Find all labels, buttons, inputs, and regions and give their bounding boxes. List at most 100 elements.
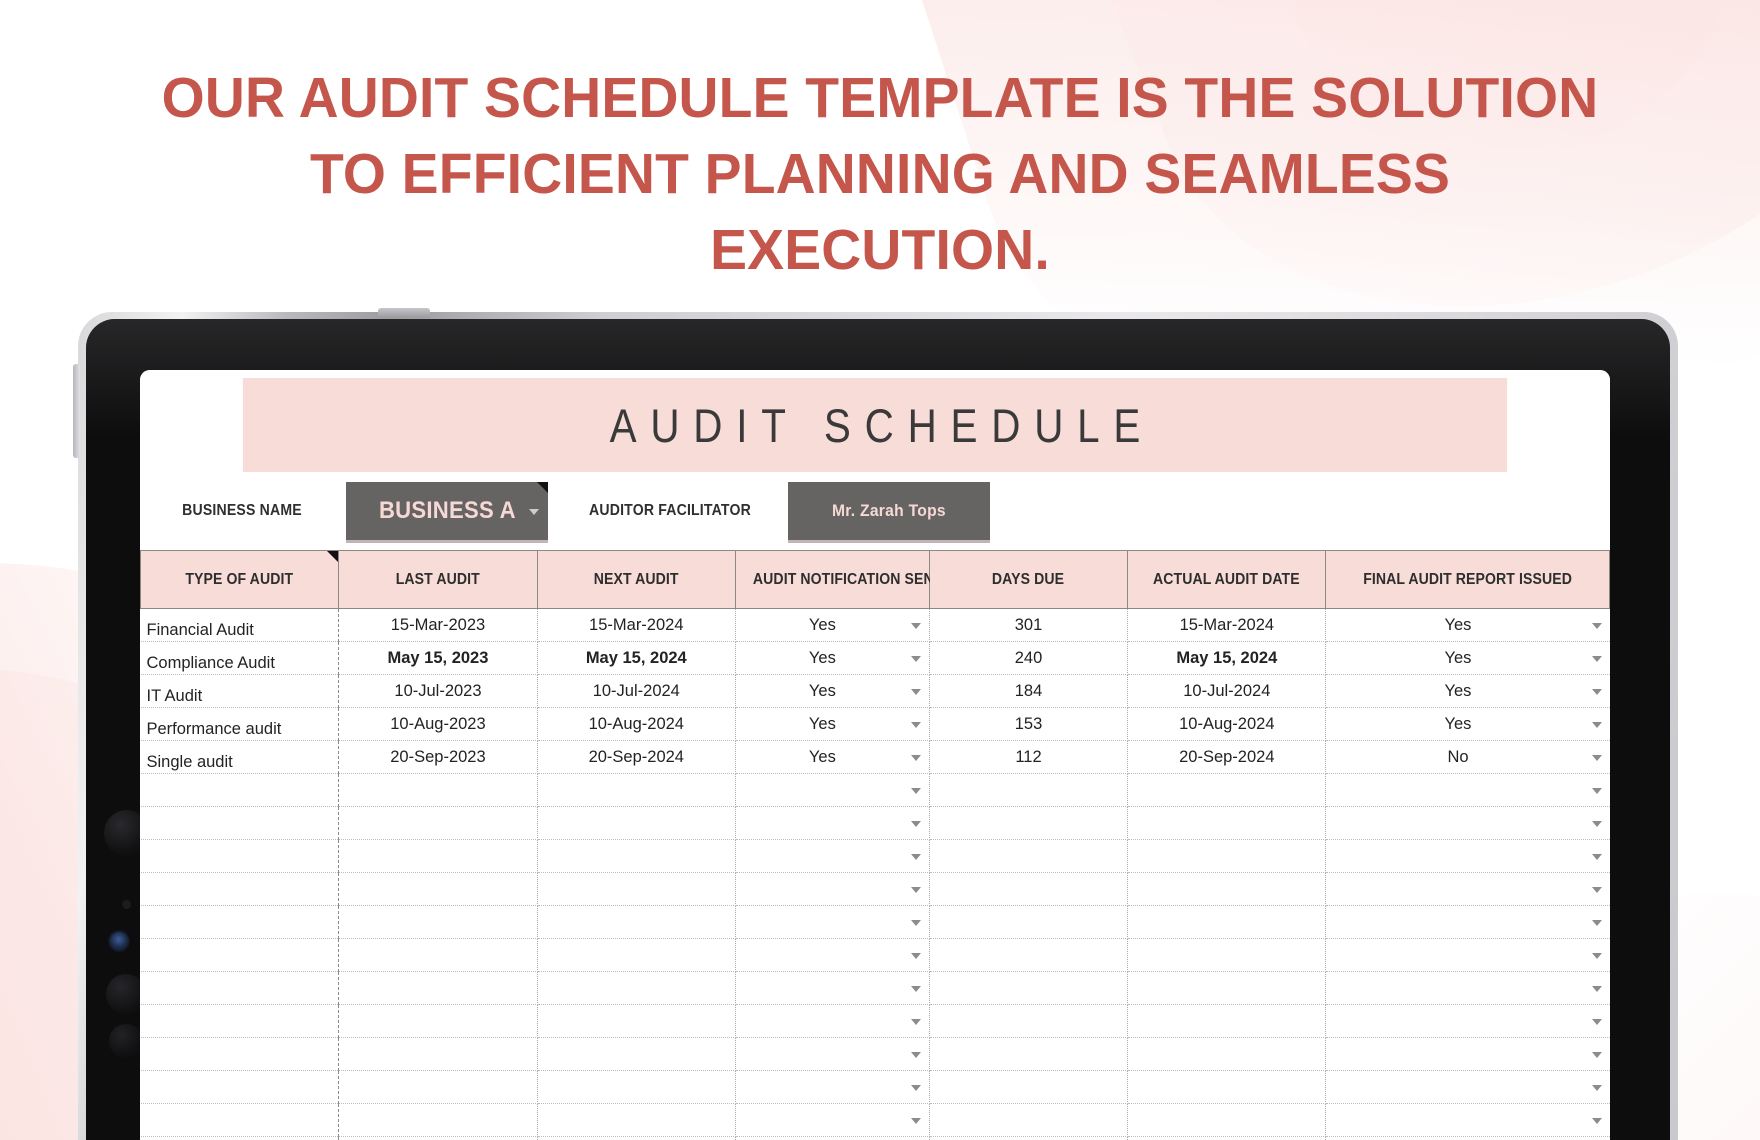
cell-days-due[interactable] xyxy=(928,905,1129,939)
chevron-down-icon[interactable] xyxy=(1591,887,1602,893)
cell-last-audit[interactable] xyxy=(338,1103,538,1137)
cell-actual-audit-date[interactable]: 20-Sep-2024 xyxy=(1127,740,1327,774)
cell-last-audit[interactable]: 15-Mar-2023 xyxy=(338,608,538,642)
cell-days-due[interactable] xyxy=(928,839,1129,873)
cell-days-due[interactable] xyxy=(928,1136,1129,1140)
cell-final-audit-report-issued[interactable] xyxy=(1325,905,1610,939)
cell-actual-audit-date[interactable] xyxy=(1127,1037,1327,1071)
cell-audit-notification-sent[interactable] xyxy=(734,1103,930,1137)
cell-type-of-audit[interactable]: IT Audit xyxy=(140,674,340,708)
cell-days-due[interactable] xyxy=(928,806,1129,840)
chevron-down-icon[interactable] xyxy=(1591,1118,1602,1124)
chevron-down-icon[interactable] xyxy=(910,755,921,761)
cell-days-due[interactable] xyxy=(928,971,1129,1005)
cell-final-audit-report-issued[interactable]: No xyxy=(1325,740,1610,774)
cell-audit-notification-sent[interactable] xyxy=(734,1037,930,1071)
cell-actual-audit-date[interactable] xyxy=(1127,971,1327,1005)
cell-audit-notification-sent[interactable] xyxy=(734,1070,930,1104)
cell-days-due[interactable]: 240 xyxy=(928,641,1129,675)
cell-final-audit-report-issued[interactable] xyxy=(1325,872,1610,906)
cell-next-audit[interactable] xyxy=(536,1136,736,1140)
cell-days-due[interactable]: 184 xyxy=(928,674,1129,708)
chevron-down-icon[interactable] xyxy=(1591,821,1602,827)
cell-actual-audit-date[interactable] xyxy=(1127,773,1327,807)
cell-last-audit[interactable] xyxy=(338,839,538,873)
cell-audit-notification-sent[interactable]: Yes xyxy=(734,641,930,675)
cell-next-audit[interactable]: 10-Aug-2024 xyxy=(536,707,736,741)
chevron-down-icon[interactable] xyxy=(1591,623,1602,629)
cell-days-due[interactable] xyxy=(928,773,1129,807)
cell-type-of-audit[interactable] xyxy=(140,839,340,873)
cell-actual-audit-date[interactable]: 15-Mar-2024 xyxy=(1127,608,1327,642)
cell-actual-audit-date[interactable] xyxy=(1127,1103,1327,1137)
chevron-down-icon[interactable] xyxy=(910,953,921,959)
cell-final-audit-report-issued[interactable] xyxy=(1325,773,1610,807)
cell-type-of-audit[interactable] xyxy=(140,1103,340,1137)
cell-next-audit[interactable] xyxy=(536,971,736,1005)
cell-days-due[interactable]: 153 xyxy=(928,707,1129,741)
chevron-down-icon[interactable] xyxy=(1591,1085,1602,1091)
chevron-down-icon[interactable] xyxy=(910,788,921,794)
cell-type-of-audit[interactable] xyxy=(140,971,340,1005)
cell-next-audit[interactable]: 10-Jul-2024 xyxy=(536,674,736,708)
cell-days-due[interactable]: 112 xyxy=(928,740,1129,774)
column-header-actual-audit-date[interactable]: ACTUAL AUDIT DATE xyxy=(1127,550,1327,609)
cell-audit-notification-sent[interactable] xyxy=(734,905,930,939)
cell-next-audit[interactable]: 15-Mar-2024 xyxy=(536,608,736,642)
chevron-down-icon[interactable] xyxy=(910,1118,921,1124)
cell-last-audit[interactable] xyxy=(338,872,538,906)
cell-audit-notification-sent[interactable] xyxy=(734,773,930,807)
cell-actual-audit-date[interactable] xyxy=(1127,905,1327,939)
cell-final-audit-report-issued[interactable] xyxy=(1325,1103,1610,1137)
column-header-audit-notification-sent[interactable]: AUDIT NOTIFICATION SENT xyxy=(734,550,942,609)
cell-next-audit[interactable] xyxy=(536,1103,736,1137)
cell-next-audit[interactable] xyxy=(536,905,736,939)
cell-last-audit[interactable]: 10-Jul-2023 xyxy=(338,674,538,708)
chevron-down-icon[interactable] xyxy=(910,689,921,695)
cell-next-audit[interactable]: 20-Sep-2024 xyxy=(536,740,736,774)
cell-audit-notification-sent[interactable] xyxy=(734,971,930,1005)
cell-next-audit[interactable] xyxy=(536,1004,736,1038)
cell-audit-notification-sent[interactable]: Yes xyxy=(734,608,930,642)
chevron-down-icon[interactable] xyxy=(1591,722,1602,728)
cell-actual-audit-date[interactable] xyxy=(1127,872,1327,906)
cell-audit-notification-sent[interactable] xyxy=(734,1136,930,1140)
cell-actual-audit-date[interactable] xyxy=(1127,938,1327,972)
cell-type-of-audit[interactable]: Performance audit xyxy=(140,707,340,741)
cell-audit-notification-sent[interactable] xyxy=(734,806,930,840)
cell-actual-audit-date[interactable] xyxy=(1127,806,1327,840)
cell-last-audit[interactable] xyxy=(338,1037,538,1071)
volume-button[interactable] xyxy=(73,364,80,458)
column-header-final-audit-report-issued[interactable]: FINAL AUDIT REPORT ISSUED xyxy=(1325,550,1610,609)
cell-last-audit[interactable]: 10-Aug-2023 xyxy=(338,707,538,741)
cell-type-of-audit[interactable] xyxy=(140,773,340,807)
cell-final-audit-report-issued[interactable] xyxy=(1325,839,1610,873)
chevron-down-icon[interactable] xyxy=(910,854,921,860)
chevron-down-icon[interactable] xyxy=(1591,953,1602,959)
cell-actual-audit-date[interactable]: 10-Aug-2024 xyxy=(1127,707,1327,741)
chevron-down-icon[interactable] xyxy=(910,986,921,992)
chevron-down-icon[interactable] xyxy=(910,722,921,728)
cell-type-of-audit[interactable] xyxy=(140,938,340,972)
cell-next-audit[interactable] xyxy=(536,938,736,972)
cell-next-audit[interactable] xyxy=(536,1070,736,1104)
cell-final-audit-report-issued[interactable] xyxy=(1325,1136,1610,1140)
cell-last-audit[interactable] xyxy=(338,806,538,840)
cell-audit-notification-sent[interactable]: Yes xyxy=(734,707,930,741)
auditor-facilitator-field[interactable]: Mr. Zarah Tops xyxy=(788,482,990,540)
business-name-dropdown[interactable]: BUSINESS A xyxy=(346,482,548,540)
chevron-down-icon[interactable] xyxy=(910,1052,921,1058)
cell-final-audit-report-issued[interactable] xyxy=(1325,1037,1610,1071)
cell-type-of-audit[interactable] xyxy=(140,1136,340,1140)
cell-type-of-audit[interactable]: Financial Audit xyxy=(140,608,340,642)
cell-days-due[interactable] xyxy=(928,938,1129,972)
cell-days-due[interactable] xyxy=(928,872,1129,906)
cell-audit-notification-sent[interactable] xyxy=(734,839,930,873)
chevron-down-icon[interactable] xyxy=(1591,1019,1602,1025)
cell-days-due[interactable] xyxy=(928,1103,1129,1137)
cell-last-audit[interactable]: May 15, 2023 xyxy=(338,641,538,675)
chevron-down-icon[interactable] xyxy=(1591,1052,1602,1058)
cell-last-audit[interactable] xyxy=(338,1136,538,1140)
cell-next-audit[interactable]: May 15, 2024 xyxy=(536,641,736,675)
cell-days-due[interactable] xyxy=(928,1070,1129,1104)
